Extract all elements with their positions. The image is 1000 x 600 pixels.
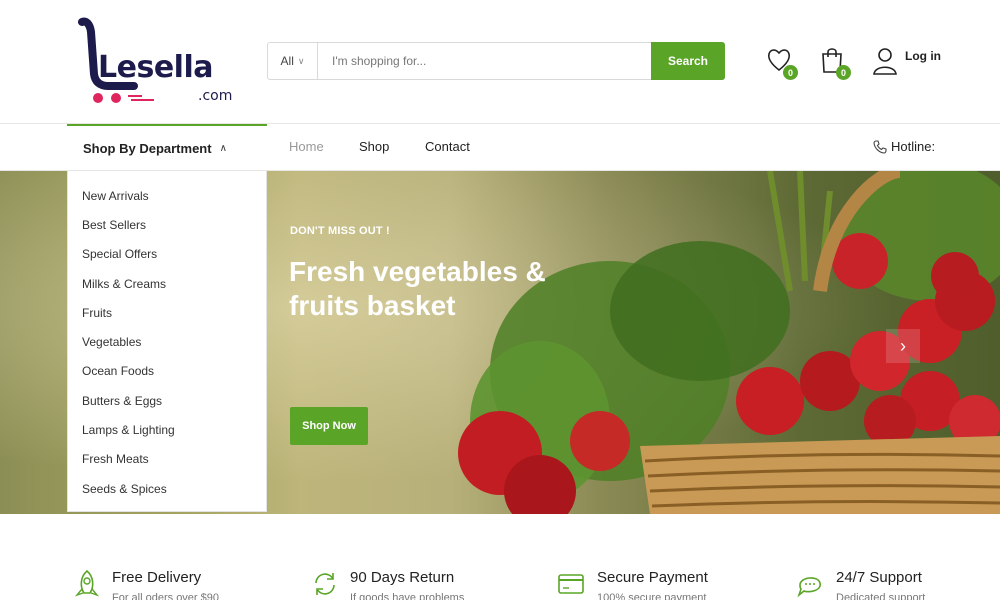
main-nav: Shop By Department ∧ Home Shop Contact H… bbox=[0, 124, 1000, 171]
refresh-icon bbox=[315, 573, 335, 595]
chevron-down-icon: ∨ bbox=[297, 55, 305, 66]
department-item[interactable]: Fruits bbox=[68, 298, 266, 327]
feature-secure-payment: Secure Payment 100% secure payment bbox=[557, 569, 708, 600]
nav-link-shop[interactable]: Shop bbox=[359, 139, 389, 154]
search-input[interactable] bbox=[318, 43, 651, 79]
department-item[interactable]: Fresh Meats bbox=[68, 445, 266, 474]
shop-now-button[interactable]: Shop Now bbox=[290, 407, 368, 445]
search-button[interactable]: Search bbox=[651, 42, 725, 80]
hero-kicker: DON'T MISS OUT ! bbox=[290, 225, 390, 237]
feature-title: 24/7 Support bbox=[836, 569, 922, 586]
department-item[interactable]: New Arrivals bbox=[68, 181, 266, 210]
site-header: Lesella .com All ∨ Search 0 0 Log in bbox=[0, 0, 1000, 124]
department-menu: New Arrivals Best Sellers Special Offers… bbox=[67, 171, 267, 512]
shop-by-department-toggle[interactable]: Shop By Department ∧ bbox=[67, 124, 267, 171]
feature-title: Secure Payment bbox=[597, 569, 708, 586]
hotline-label: Hotline: bbox=[891, 139, 936, 154]
nav-link-contact[interactable]: Contact bbox=[425, 139, 470, 154]
feature-subtitle: For all oders over $90 bbox=[112, 592, 219, 600]
search-category-select[interactable]: All ∨ bbox=[268, 43, 318, 79]
wishlist-count-badge: 0 bbox=[783, 65, 798, 80]
wishlist-button[interactable]: 0 bbox=[766, 46, 798, 80]
feature-support: 24/7 Support Dedicated support bbox=[796, 569, 925, 600]
chevron-right-icon: › bbox=[900, 335, 906, 356]
logo-suffix: .com bbox=[198, 88, 233, 104]
feature-subtitle: Dedicated support bbox=[836, 592, 926, 600]
search-category-label: All bbox=[280, 54, 294, 68]
department-item[interactable]: Special Offers bbox=[68, 240, 266, 269]
nav-link-home[interactable]: Home bbox=[289, 139, 324, 154]
user-icon bbox=[873, 48, 897, 75]
department-item[interactable]: Seeds & Spices bbox=[68, 474, 266, 503]
feature-subtitle: 100% secure payment bbox=[597, 592, 707, 600]
cart-count-badge: 0 bbox=[836, 65, 851, 80]
logo-wordmark: Lesella bbox=[98, 50, 213, 85]
site-logo[interactable]: Lesella .com bbox=[76, 16, 236, 108]
department-item[interactable]: Lamps & Lighting bbox=[68, 415, 266, 444]
feature-free-delivery: Free Delivery For all oders over $90 bbox=[74, 569, 219, 600]
department-item[interactable]: Ocean Foods bbox=[68, 357, 266, 386]
slider-next-arrow[interactable]: › bbox=[886, 329, 920, 363]
chat-icon bbox=[797, 577, 821, 598]
department-item[interactable]: Milks & Creams bbox=[68, 269, 266, 298]
search-bar: All ∨ Search bbox=[267, 42, 725, 80]
feature-title: Free Delivery bbox=[112, 569, 202, 586]
chevron-up-icon: ∧ bbox=[219, 143, 227, 154]
hotline: Hotline: bbox=[873, 139, 935, 154]
account-button[interactable] bbox=[872, 46, 898, 81]
feature-returns: 90 Days Return If goods have problems bbox=[312, 569, 464, 600]
department-label: Shop By Department bbox=[83, 141, 212, 156]
credit-card-icon bbox=[558, 574, 584, 594]
phone-icon bbox=[873, 139, 887, 154]
cart-button[interactable]: 0 bbox=[819, 46, 851, 80]
features-strip: Free Delivery For all oders over $90 90 … bbox=[0, 514, 1000, 600]
feature-subtitle: If goods have problems bbox=[350, 592, 465, 600]
department-item[interactable]: Best Sellers bbox=[68, 210, 266, 239]
feature-title: 90 Days Return bbox=[350, 569, 455, 586]
rocket-icon bbox=[74, 569, 100, 597]
hero-title: Fresh vegetables & fruits basket bbox=[289, 256, 546, 321]
department-item[interactable]: Vegetables bbox=[68, 327, 266, 356]
login-link[interactable]: Log in bbox=[905, 49, 941, 63]
department-item[interactable]: Butters & Eggs bbox=[68, 386, 266, 415]
